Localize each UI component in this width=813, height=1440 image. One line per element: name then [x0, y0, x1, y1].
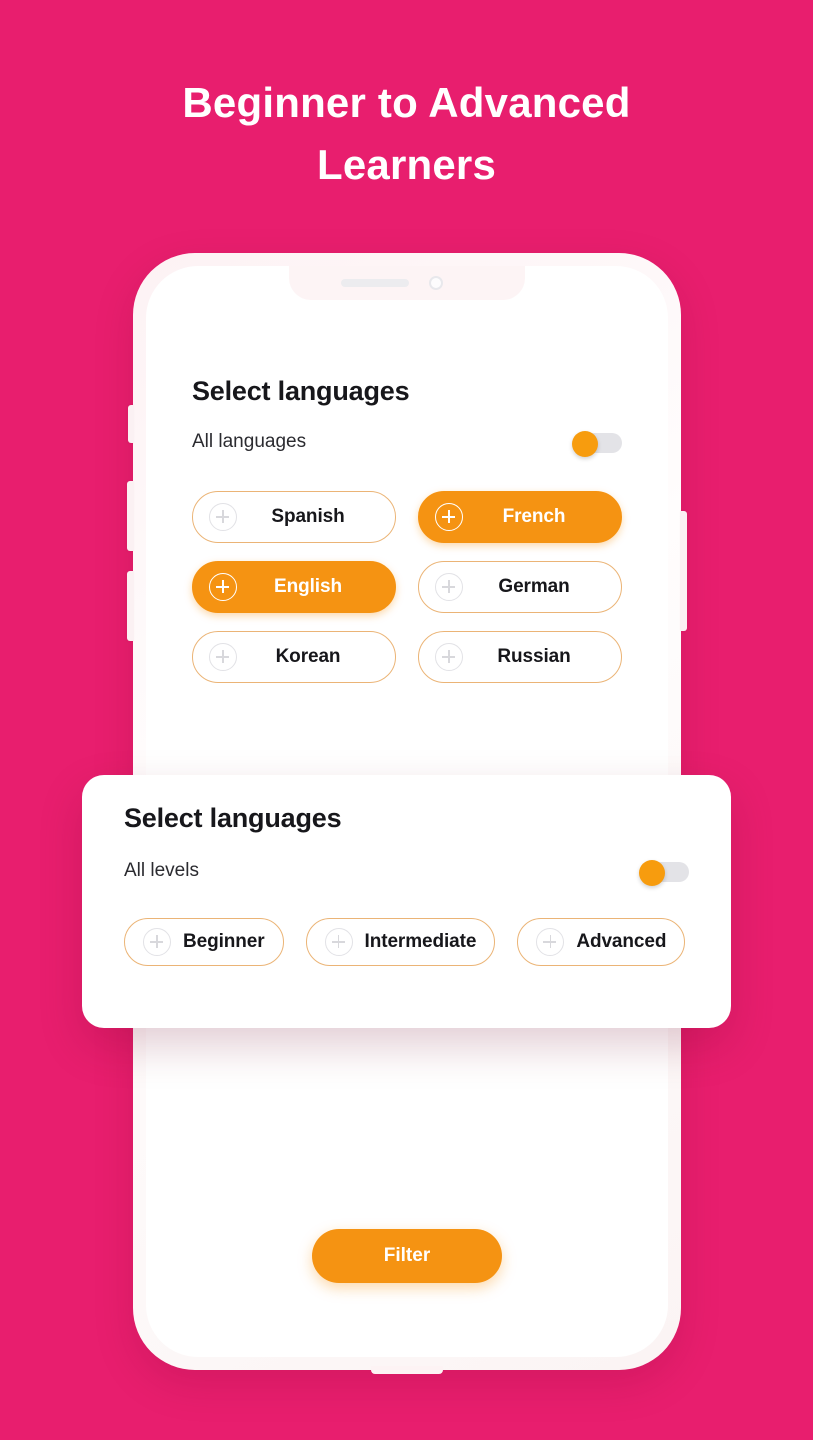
- toggle-knob: [639, 860, 665, 886]
- plus-circle-icon: [324, 928, 353, 956]
- plus-circle-icon: [209, 643, 237, 671]
- volume-up-button[interactable]: [127, 481, 134, 551]
- chip-label: Korean: [275, 646, 341, 667]
- toggle-knob: [572, 431, 598, 457]
- level-chip-advanced[interactable]: Advanced: [517, 918, 686, 966]
- all-levels-row: All levels: [124, 860, 689, 886]
- level-chip-beginner[interactable]: Beginner: [124, 918, 284, 966]
- all-levels-toggle[interactable]: [639, 860, 689, 886]
- language-chip-spanish[interactable]: Spanish: [192, 491, 396, 543]
- all-languages-toggle[interactable]: [572, 431, 622, 457]
- silent-switch-button[interactable]: [128, 405, 134, 443]
- plus-circle-icon: [435, 573, 463, 601]
- level-selection-card: Select languages All levels Beginner Int…: [82, 775, 731, 1028]
- plus-circle-icon: [143, 928, 171, 956]
- power-button[interactable]: [680, 511, 687, 631]
- chip-label: Advanced: [576, 931, 667, 952]
- plus-circle-icon: [435, 503, 463, 531]
- chip-label: Intermediate: [364, 931, 477, 952]
- level-chip-row: Beginner Intermediate Advanced: [124, 918, 689, 966]
- all-levels-label: All levels: [124, 860, 199, 881]
- language-panel-title: Select languages: [192, 376, 410, 406]
- chip-label: French: [502, 506, 566, 527]
- level-panel-title: Select languages: [124, 803, 342, 833]
- plus-circle-icon: [209, 573, 237, 601]
- plus-circle-icon: [435, 643, 463, 671]
- volume-down-button[interactable]: [127, 571, 134, 641]
- language-chip-english[interactable]: English: [192, 561, 396, 613]
- chip-label: Russian: [497, 646, 571, 667]
- page-title: Beginner to Advanced Learners: [182, 79, 631, 188]
- chip-label: German: [498, 576, 570, 597]
- all-languages-row: All languages: [192, 431, 622, 457]
- plus-circle-icon: [209, 503, 237, 531]
- plus-circle-icon: [536, 928, 565, 956]
- chip-label: Spanish: [271, 506, 345, 527]
- language-chip-grid: Spanish French English German Korean Rus…: [192, 491, 622, 683]
- language-chip-korean[interactable]: Korean: [192, 631, 396, 683]
- language-chip-french[interactable]: French: [418, 491, 622, 543]
- language-chip-german[interactable]: German: [418, 561, 622, 613]
- chip-label: Beginner: [183, 931, 265, 952]
- phone-bottom-nub: [371, 1366, 443, 1374]
- filter-button[interactable]: Filter: [312, 1229, 502, 1283]
- all-languages-label: All languages: [192, 431, 307, 452]
- chip-label: English: [274, 576, 342, 597]
- level-chip-intermediate[interactable]: Intermediate: [305, 918, 496, 966]
- language-chip-russian[interactable]: Russian: [418, 631, 622, 683]
